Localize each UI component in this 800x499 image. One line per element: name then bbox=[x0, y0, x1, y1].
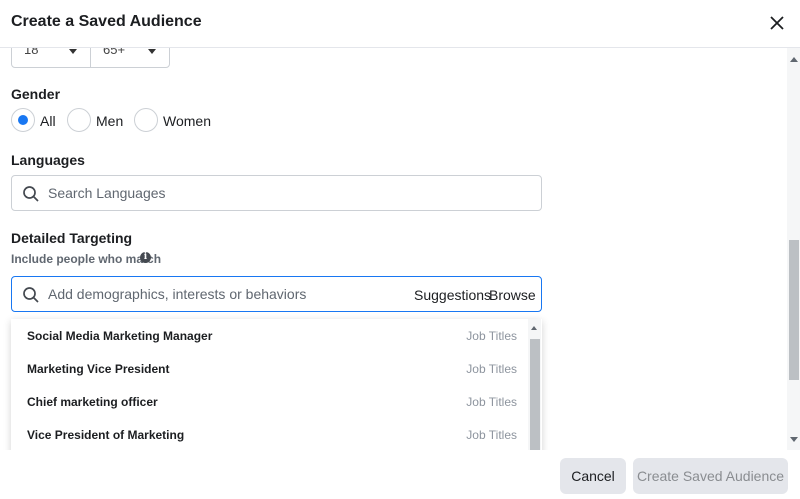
include-people-label: Include people who match bbox=[11, 252, 162, 266]
languages-search-input[interactable] bbox=[48, 176, 528, 210]
browse-button[interactable]: Browse bbox=[489, 287, 536, 303]
dialog-scrollbar-thumb[interactable] bbox=[789, 240, 799, 380]
cancel-button[interactable]: Cancel bbox=[560, 458, 626, 494]
suggestion-name: Social Media Marketing Manager bbox=[27, 329, 213, 343]
gender-label-men[interactable]: Men bbox=[96, 113, 123, 129]
suggestion-name: Vice President of Marketing bbox=[27, 428, 185, 442]
languages-label: Languages bbox=[11, 152, 85, 168]
info-icon[interactable]: i bbox=[140, 252, 151, 263]
suggestion-type: Job Titles bbox=[466, 362, 517, 376]
detailed-targeting-search-box: Suggestions Browse bbox=[11, 276, 542, 312]
create-saved-audience-dialog: Create a Saved Audience 18 65+ Gender Al… bbox=[0, 0, 800, 499]
gender-label-all[interactable]: All bbox=[40, 113, 56, 129]
dialog-title: Create a Saved Audience bbox=[11, 13, 202, 30]
scroll-down-icon[interactable] bbox=[790, 437, 798, 442]
gender-label: Gender bbox=[11, 86, 61, 102]
list-item[interactable]: Social Media Marketing Manager Job Title… bbox=[11, 319, 529, 352]
chevron-down-icon bbox=[69, 49, 77, 54]
scroll-up-icon[interactable] bbox=[790, 57, 798, 62]
gender-radio-all[interactable] bbox=[11, 108, 35, 132]
detailed-targeting-input[interactable] bbox=[48, 277, 408, 311]
scroll-up-icon[interactable] bbox=[531, 326, 537, 330]
suggestion-name: Marketing Vice President bbox=[27, 362, 170, 376]
create-saved-audience-button[interactable]: Create Saved Audience bbox=[633, 458, 788, 494]
suggestion-type: Job Titles bbox=[466, 428, 517, 442]
dialog-body: 18 65+ Gender All Men Women Languages Se… bbox=[0, 48, 800, 450]
suggestion-type: Job Titles bbox=[466, 329, 517, 343]
dialog-footer: Cancel Create Saved Audience bbox=[0, 450, 800, 499]
dialog-header: Create a Saved Audience bbox=[0, 0, 800, 48]
detailed-targeting-label: Detailed Targeting bbox=[11, 230, 133, 246]
search-icon bbox=[23, 287, 39, 303]
chevron-down-icon bbox=[148, 49, 156, 54]
dropdown-scrollbar-thumb[interactable] bbox=[530, 339, 540, 450]
list-item[interactable]: Chief marketing officer Job Titles bbox=[11, 385, 529, 418]
languages-search-box bbox=[11, 175, 542, 211]
age-range-selector: 18 65+ bbox=[11, 48, 170, 68]
close-button[interactable] bbox=[766, 12, 788, 34]
age-max-value: 65+ bbox=[103, 48, 126, 57]
list-item[interactable]: Marketing Vice President Job Titles bbox=[11, 352, 529, 385]
suggestion-type: Job Titles bbox=[466, 395, 517, 409]
age-min-value: 18 bbox=[24, 48, 39, 57]
age-min-select[interactable]: 18 bbox=[12, 48, 90, 67]
list-item[interactable]: Vice President of Marketing Job Titles bbox=[11, 418, 529, 450]
gender-label-women[interactable]: Women bbox=[163, 113, 211, 129]
gender-radio-women[interactable] bbox=[134, 108, 158, 132]
age-max-select[interactable]: 65+ bbox=[91, 48, 170, 67]
close-icon bbox=[770, 16, 784, 30]
suggestions-button[interactable]: Suggestions bbox=[414, 287, 491, 303]
suggestion-name: Chief marketing officer bbox=[27, 395, 158, 409]
targeting-suggestions-dropdown: Social Media Marketing Manager Job Title… bbox=[11, 319, 542, 450]
search-icon bbox=[23, 186, 39, 202]
gender-radio-men[interactable] bbox=[67, 108, 91, 132]
